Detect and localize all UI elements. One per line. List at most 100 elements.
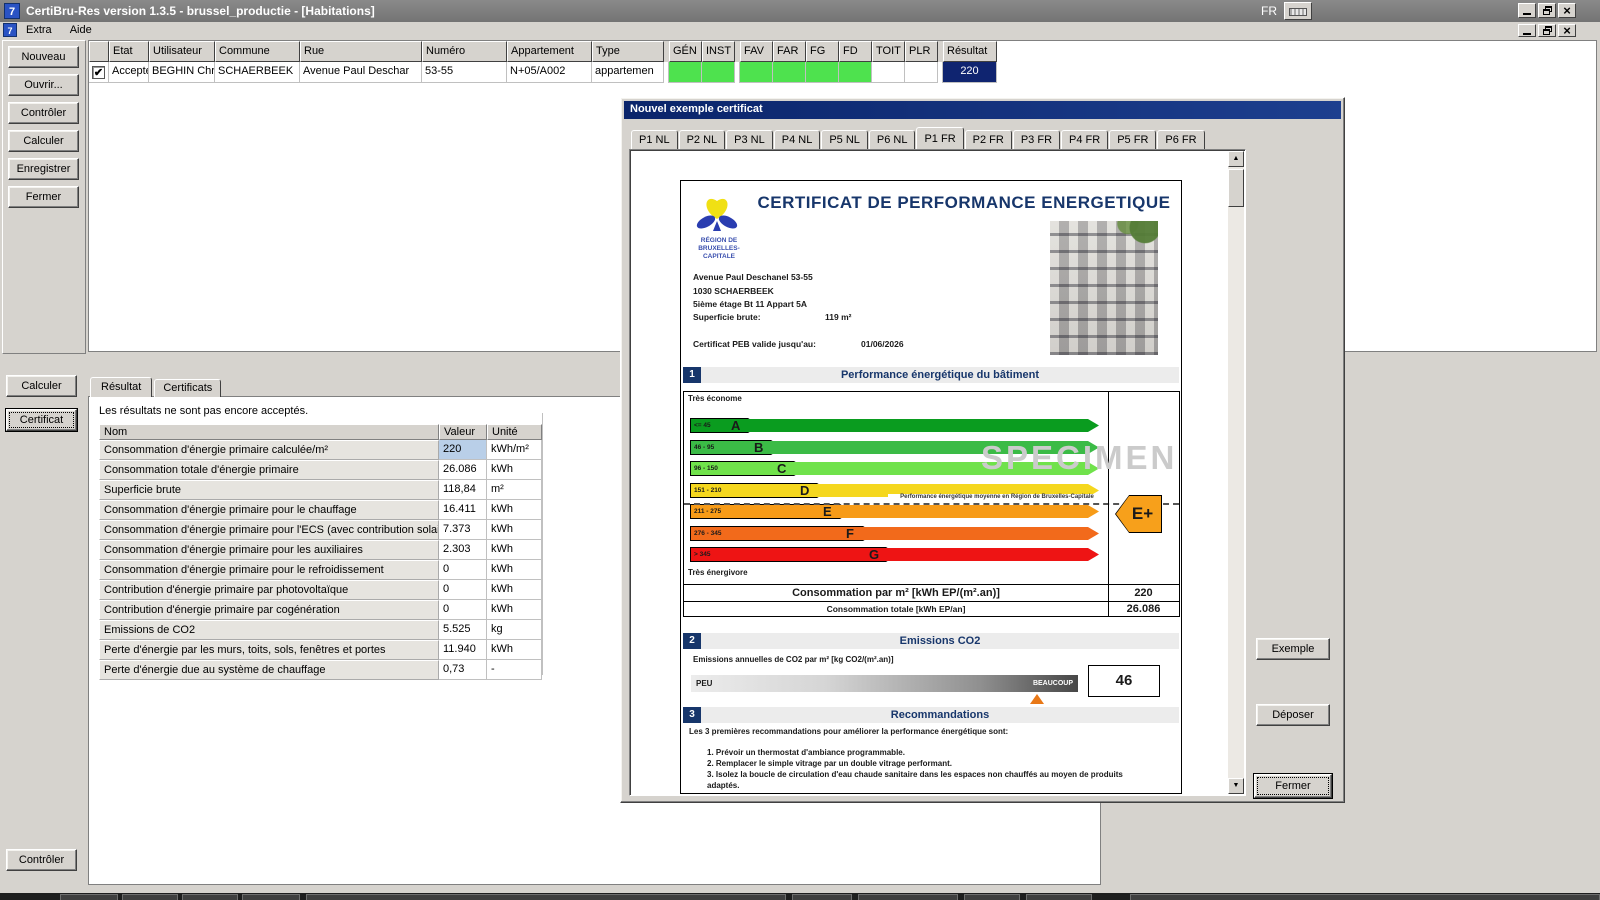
grid-header-inst[interactable]: INST [702, 41, 735, 62]
results-row[interactable]: Consommation d'énergie primaire pour l'E… [99, 520, 542, 540]
fermer-button[interactable]: Fermer [1254, 774, 1332, 798]
grid-header-type[interactable]: Type [592, 41, 664, 62]
enregistrer-button[interactable]: Enregistrer [8, 158, 79, 180]
results-row[interactable]: Superficie brute118,84m² [99, 480, 542, 500]
tab-p2-fr[interactable]: P2 FR [965, 130, 1012, 149]
keyboard-icon[interactable] [1284, 2, 1312, 20]
scroll-thumb[interactable] [1228, 169, 1244, 207]
results-row[interactable]: Perte d'énergie par les murs, toits, sol… [99, 640, 542, 660]
menu-extra[interactable]: Extra [24, 24, 54, 36]
grid-cell-toit [872, 62, 905, 83]
section1-band: 1 Performance énergétique du bâtiment [683, 367, 1179, 383]
results-row[interactable]: Perte d'énergie due au système de chauff… [99, 660, 542, 680]
result-unit-cell: kWh [487, 460, 542, 480]
controler-footer-button[interactable]: Contrôler [6, 849, 77, 871]
result-unit-cell: m² [487, 480, 542, 500]
results-row[interactable]: Contribution d'énergie primaire par phot… [99, 580, 542, 600]
grid-header-gen[interactable]: GÉN [669, 41, 702, 62]
taskbar-button[interactable] [306, 894, 786, 900]
calculer-bottom-button[interactable]: Calculer [6, 375, 77, 397]
minimize-button[interactable] [1518, 3, 1536, 18]
grid-header-commune[interactable]: Commune [215, 41, 300, 62]
mdi-minimize-button[interactable] [1518, 24, 1536, 37]
results-row[interactable]: Contribution d'énergie primaire par cogé… [99, 600, 542, 620]
controler-button[interactable]: Contrôler [8, 102, 79, 124]
app-icon[interactable]: 7 [4, 3, 20, 19]
results-row[interactable]: Consommation totale d'énergie primaire26… [99, 460, 542, 480]
results-header-unite[interactable]: Unité [487, 424, 542, 440]
application-window: 7 CertiBru-Res version 1.3.5 - brussel_p… [0, 0, 1600, 900]
taskbar-button[interactable] [182, 894, 238, 900]
taskbar-button[interactable] [858, 894, 958, 900]
grid-header-appartement[interactable]: Appartement [507, 41, 592, 62]
recommendations-list: 1. Prévoir un thermostat d'ambiance prog… [707, 747, 1152, 791]
mdi-child-icon[interactable]: 7 [3, 23, 17, 37]
tab-p1-fr[interactable]: P1 FR [916, 127, 963, 149]
results-row[interactable]: Consommation d'énergie primaire pour le … [99, 560, 542, 580]
nouveau-button[interactable]: Nouveau [8, 46, 79, 68]
tab-p2-nl[interactable]: P2 NL [679, 130, 726, 149]
grid-header-fd[interactable]: FD [839, 41, 872, 62]
results-row[interactable]: Consommation d'énergie primaire pour le … [99, 500, 542, 520]
consumption-total-row: Consommation totale [kWh EP/an] 26.086 [684, 601, 1179, 616]
certificat-bottom-button[interactable]: Certificat [6, 409, 77, 431]
tab-p6-fr[interactable]: P6 FR [1157, 130, 1204, 149]
results-header-nom[interactable]: Nom [99, 424, 439, 440]
tab-p5-nl[interactable]: P5 NL [821, 130, 868, 149]
grid-header-fav[interactable]: FAV [740, 41, 773, 62]
deposer-button[interactable]: Déposer [1256, 704, 1330, 726]
tab-p4-nl[interactable]: P4 NL [774, 130, 821, 149]
language-indicator[interactable]: FR [1256, 4, 1282, 19]
menu-aide[interactable]: Aide [68, 24, 94, 36]
results-row[interactable]: Emissions de CO25.525kg [99, 620, 542, 640]
results-row[interactable]: Consommation d'énergie primaire calculée… [99, 440, 542, 460]
taskbar-button[interactable] [792, 894, 852, 900]
mdi-restore-button[interactable] [1538, 24, 1556, 37]
grid-header-utilisateur[interactable]: Utilisateur [149, 41, 215, 62]
tab-p6-nl[interactable]: P6 NL [869, 130, 916, 149]
validity-row: Certificat PEB valide jusqu'au: 01/06/20… [693, 339, 904, 349]
taskbar-button[interactable] [1026, 894, 1092, 900]
fermer-button[interactable]: Fermer [8, 186, 79, 208]
result-value-cell: 0,73 [439, 660, 487, 680]
taskbar-button[interactable] [242, 894, 300, 900]
grid-header-rue[interactable]: Rue [300, 41, 422, 62]
results-row[interactable]: Consommation d'énergie primaire pour les… [99, 540, 542, 560]
grid-header-fg[interactable]: FG [806, 41, 839, 62]
grid-header-etat[interactable]: Etat [109, 41, 149, 62]
dialog-scrollbar[interactable]: ▲ ▼ [1228, 151, 1244, 794]
grid-cell-rue: Avenue Paul Deschar [300, 62, 422, 83]
calculer-button[interactable]: Calculer [8, 130, 79, 152]
grid-data-row[interactable]: ✔AcceptéBEGHIN ChrSCHAERBEEKAvenue Paul … [89, 62, 997, 83]
tab-p3-fr[interactable]: P3 FR [1013, 130, 1060, 149]
grid-header-select-col[interactable] [89, 41, 109, 62]
tab-p3-nl[interactable]: P3 NL [726, 130, 773, 149]
taskbar-button[interactable] [60, 894, 118, 900]
grid-header-toit[interactable]: TOIT [872, 41, 905, 62]
menu-items: Extra Aide [24, 24, 94, 36]
exemple-button[interactable]: Exemple [1256, 638, 1330, 660]
restore-button[interactable] [1538, 3, 1556, 18]
tab-p1-nl[interactable]: P1 NL [631, 130, 678, 149]
tab-p4-fr[interactable]: P4 FR [1061, 130, 1108, 149]
ouvrir-button[interactable]: Ouvrir... [8, 74, 79, 96]
tab-p5-fr[interactable]: P5 FR [1109, 130, 1156, 149]
row-checkbox[interactable]: ✔ [92, 66, 105, 79]
taskbar-button[interactable] [964, 894, 1020, 900]
scroll-down-icon[interactable]: ▼ [1228, 778, 1244, 794]
grid-header-plr[interactable]: PLR [905, 41, 938, 62]
taskbar-button[interactable] [1130, 894, 1600, 900]
close-button[interactable]: × [1558, 3, 1576, 18]
grid-header-far[interactable]: FAR [773, 41, 806, 62]
result-unit-cell: kWh [487, 560, 542, 580]
scroll-up-icon[interactable]: ▲ [1228, 151, 1244, 167]
tab-resultat[interactable]: Résultat [90, 377, 152, 397]
tab-certificats[interactable]: Certificats [154, 379, 221, 397]
average-line-label: Performance énergétique moyenne en Régio… [888, 494, 1106, 500]
grid-header-resultat[interactable]: Résultat [943, 41, 997, 62]
grid-header-numero[interactable]: Numéro [422, 41, 507, 62]
taskbar-button[interactable] [122, 894, 178, 900]
results-header-valeur[interactable]: Valeur [439, 424, 487, 440]
grid-cell-select[interactable]: ✔ [89, 62, 109, 83]
mdi-close-button[interactable]: × [1558, 24, 1576, 37]
